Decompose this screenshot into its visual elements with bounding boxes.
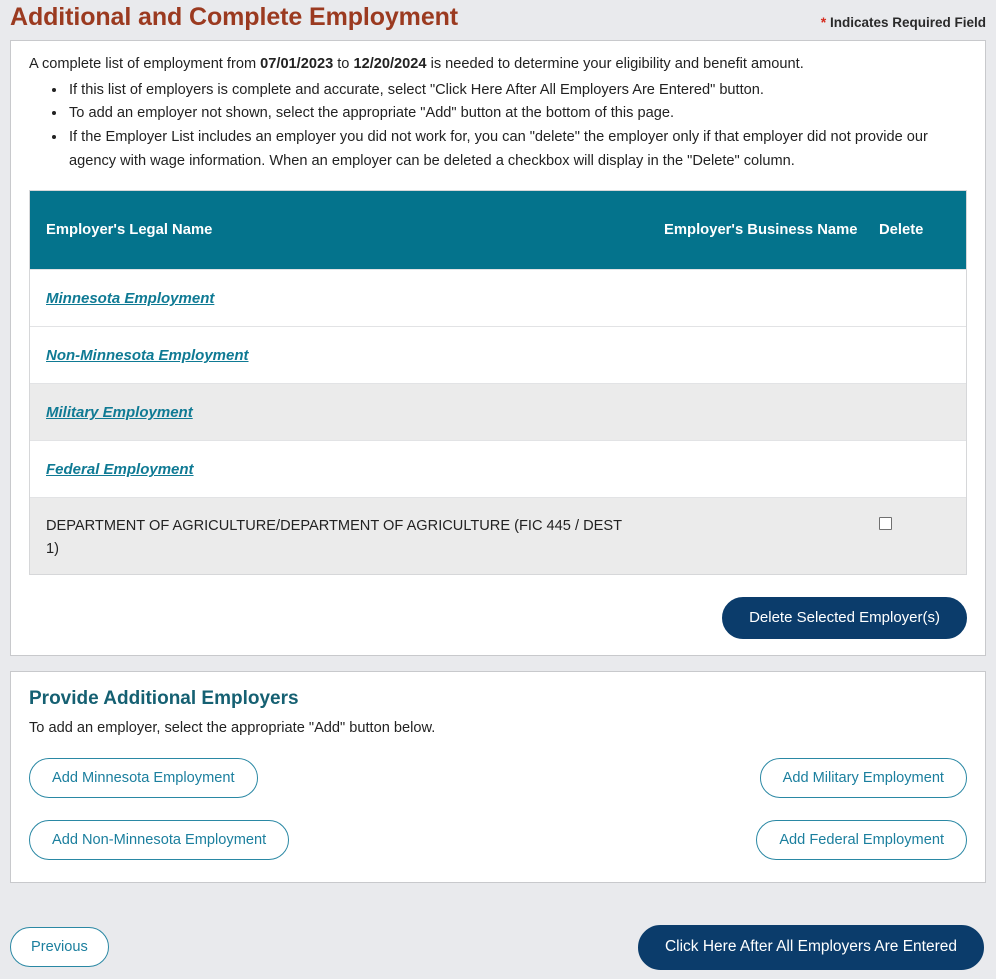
table-row: Minnesota Employment [30,269,966,327]
footer-navigation: Previous Click Here After All Employers … [0,923,996,971]
cell-delete [879,498,966,535]
table-row: Federal Employment [30,440,966,498]
additional-employers-card: Provide Additional Employers To add an e… [10,671,986,884]
intro-paragraph: A complete list of employment from 07/01… [29,55,967,75]
employer-link-minnesota[interactable]: Minnesota Employment [46,290,214,307]
instruction-item: If the Employer List includes an employe… [67,126,967,173]
table-row: DEPARTMENT OF AGRICULTURE/DEPARTMENT OF … [30,497,966,575]
section-title-provide-additional-employers: Provide Additional Employers [29,688,299,710]
cell-legal-name: Military Employment [30,384,664,439]
cell-legal-name: DEPARTMENT OF AGRICULTURE/DEPARTMENT OF … [30,498,664,574]
page-header: Additional and Complete Employment * Ind… [0,0,996,40]
cell-delete [879,327,966,346]
instructions-list: If this list of employers is complete an… [29,79,967,174]
employer-link-military[interactable]: Military Employment [46,404,193,421]
instruction-item: To add an employer not shown, select the… [67,102,967,126]
cell-delete [879,384,966,403]
table-row: Non-Minnesota Employment [30,326,966,384]
add-minnesota-employment-button[interactable]: Add Minnesota Employment [29,758,258,799]
continue-button[interactable]: Click Here After All Employers Are Enter… [637,924,984,970]
employer-link-non-minnesota[interactable]: Non-Minnesota Employment [46,347,249,364]
column-header-delete: Delete [879,221,924,238]
add-federal-employment-button[interactable]: Add Federal Employment [756,820,967,861]
table-header-row: Employer's Legal Name Employer's Busines… [30,191,966,270]
intro-lead-after: is needed to determine your eligibility … [426,56,804,72]
add-non-minnesota-employment-button[interactable]: Add Non-Minnesota Employment [29,820,290,861]
cell-legal-name: Non-Minnesota Employment [30,327,664,382]
delete-button-row: Delete Selected Employer(s) [29,597,967,640]
delete-selected-employers-button[interactable]: Delete Selected Employer(s) [722,597,967,640]
required-note-label: Indicates Required Field [829,15,986,30]
cell-legal-name: Minnesota Employment [30,270,664,325]
cell-delete [879,270,966,289]
date-range-from: 07/01/2023 [260,56,334,72]
intro-lead-before: A complete list of employment from [29,56,261,72]
instruction-item: If this list of employers is complete an… [67,79,967,103]
date-range-to: 12/20/2024 [353,56,427,72]
required-asterisk-icon: * [820,14,827,30]
column-header-legal-name: Employer's Legal Name [46,221,213,238]
previous-button[interactable]: Previous [10,927,109,967]
add-employer-button-grid: Add Minnesota Employment Add Military Em… [29,758,967,861]
column-header-business-name: Employer's Business Name [664,221,858,238]
intro-lead-middle: to [333,56,354,72]
required-field-note: * Indicates Required Field [821,14,986,30]
section-subtitle: To add an employer, select the appropria… [29,720,436,737]
cell-delete [879,441,966,460]
page-root: Additional and Complete Employment * Ind… [0,0,996,979]
employer-link-federal[interactable]: Federal Employment [46,461,194,478]
employer-name-department-of-agriculture: DEPARTMENT OF AGRICULTURE/DEPARTMENT OF … [46,518,622,557]
cell-legal-name: Federal Employment [30,441,664,496]
page-title: Additional and Complete Employment [10,3,459,31]
employer-table: Employer's Legal Name Employer's Busines… [29,190,967,576]
delete-checkbox[interactable] [879,517,892,531]
table-row: Military Employment [30,383,966,441]
add-military-employment-button[interactable]: Add Military Employment [759,758,967,799]
employer-list-card: A complete list of employment from 07/01… [10,40,986,657]
